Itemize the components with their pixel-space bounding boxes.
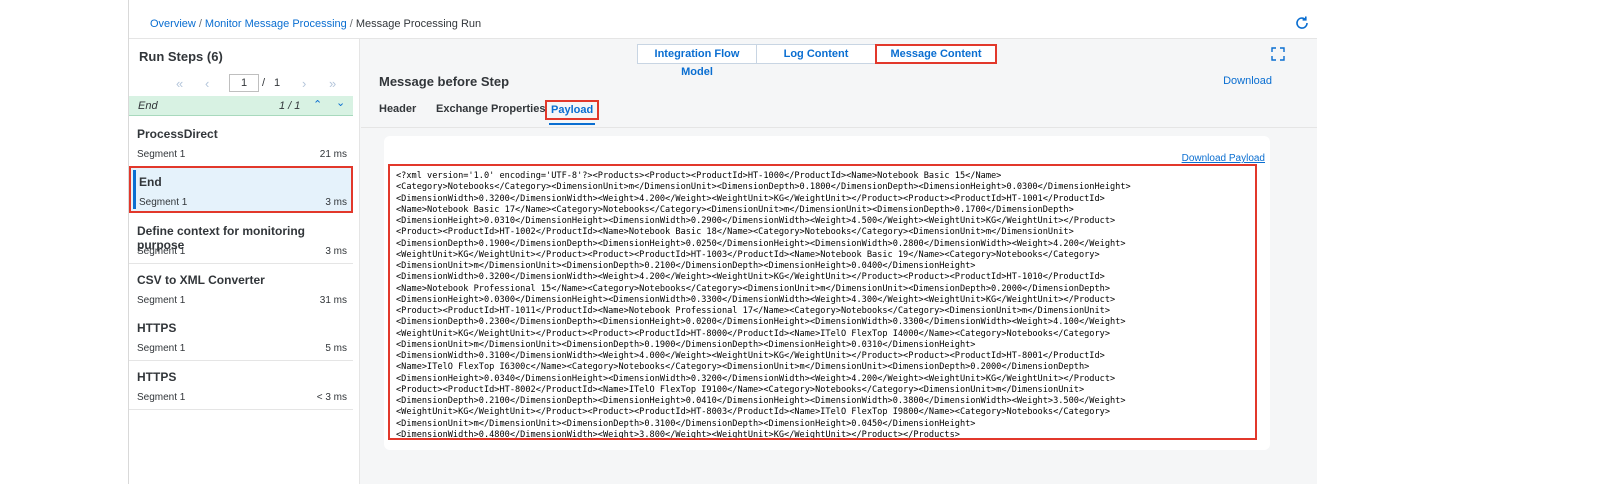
filter-count: 1 / 1 bbox=[279, 100, 301, 112]
app-window: Overview / Monitor Message Processing / Mess… bbox=[128, 0, 1317, 484]
step-segment: Segment 1 bbox=[139, 197, 188, 208]
chevron-up-icon[interactable]: ⌃ bbox=[313, 98, 322, 111]
refresh-icon[interactable] bbox=[1293, 14, 1311, 32]
payload-line: <Product><ProductId>HT-8002</ProductId><… bbox=[396, 384, 1085, 395]
step-title: HTTPS bbox=[137, 370, 177, 384]
step-duration: 31 ms bbox=[319, 295, 347, 306]
tab-exchange-properties[interactable]: Exchange Properties bbox=[436, 103, 545, 115]
payload-line: <DimensionWidth>0.3200</DimensionWidth><… bbox=[396, 193, 1105, 204]
filter-label: End bbox=[138, 100, 158, 112]
step-segment: Segment 1 bbox=[137, 295, 186, 306]
payload-line: <DimensionUnit>m</DimensionUnit><Dimensi… bbox=[396, 339, 976, 350]
breadcrumb: Overview / Monitor Message Processing / Mess… bbox=[150, 18, 481, 30]
step-title: CSV to XML Converter bbox=[137, 273, 265, 287]
first-page-button[interactable]: « bbox=[176, 76, 183, 91]
payload-line: <DimensionWidth>0.3200</DimensionWidth><… bbox=[396, 272, 1105, 283]
payload-line: <DimensionDepth>0.2100</DimensionDepth><… bbox=[396, 396, 1126, 406]
step-segment: Segment 1 bbox=[137, 343, 186, 354]
tab-payload[interactable]: Payload bbox=[545, 100, 600, 125]
section-title: Message before Step bbox=[379, 74, 510, 89]
download-payload-link[interactable]: Download Payload bbox=[1182, 153, 1265, 164]
payload-line: <DimensionHeight>0.0340</DimensionHeight… bbox=[396, 373, 1116, 384]
page-input[interactable] bbox=[229, 74, 259, 92]
payload-line: <Product><ProductId>HT-1002</ProductId><… bbox=[396, 227, 1074, 238]
payload-line: <DimensionDepth>0.1900</DimensionDepth><… bbox=[396, 238, 1126, 249]
payload-content[interactable]: <?xml version='1.0' encoding='UTF-8'?><P… bbox=[388, 164, 1257, 440]
payload-line: <DimensionWidth>0.3100</DimensionWidth><… bbox=[396, 351, 1105, 361]
message-content-button[interactable]: Message Content bbox=[875, 44, 997, 64]
next-page-button[interactable]: › bbox=[302, 76, 306, 91]
step-duration: 3 ms bbox=[325, 197, 347, 208]
payload-line: <DimensionWidth>0.4800</DimensionWidth><… bbox=[396, 429, 960, 440]
step-title: ProcessDirect bbox=[137, 127, 218, 141]
payload-line: <DimensionHeight>0.0310</DimensionHeight… bbox=[396, 216, 1116, 226]
chevron-down-icon[interactable]: ⌄ bbox=[336, 96, 345, 109]
payload-line: <Name>ITelO FlexTop I6300c</Name><Catego… bbox=[396, 362, 1090, 373]
payload-line: <Product><ProductId>HT-1011</ProductId><… bbox=[396, 306, 1110, 316]
payload-line: <DimensionHeight>0.0300</DimensionHeight… bbox=[396, 294, 1116, 305]
payload-line: <DimensionDepth>0.2300</DimensionDepth><… bbox=[396, 317, 1126, 328]
breadcrumb-current: Message Processing Run bbox=[355, 18, 482, 30]
breadcrumb-monitor-message-processing[interactable]: Monitor Message Processing bbox=[205, 18, 347, 30]
breadcrumb-separator: / bbox=[349, 18, 353, 30]
run-step-https[interactable]: HTTPS Segment 1 < 3 ms bbox=[129, 361, 353, 410]
step-title: HTTPS bbox=[137, 321, 177, 335]
run-steps-panel: Run Steps (6) « ‹ / 1 › » End 1 / 1 ⌃ ⌄ … bbox=[129, 39, 360, 484]
last-page-button[interactable]: » bbox=[329, 76, 336, 91]
top-bar: Overview / Monitor Message Processing / Mess… bbox=[129, 0, 1317, 39]
breadcrumb-separator: / bbox=[198, 18, 202, 30]
step-segment: Segment 1 bbox=[137, 392, 186, 403]
payload-line: <?xml version='1.0' encoding='UTF-8'?><P… bbox=[396, 171, 1002, 181]
pager: « ‹ / 1 › » bbox=[129, 74, 359, 96]
step-duration: 5 ms bbox=[325, 343, 347, 354]
message-tabs: Header Exchange Properties Payload bbox=[361, 97, 1317, 128]
tab-header[interactable]: Header bbox=[379, 103, 416, 115]
payload-line: <Name>Notebook Professional 15</Name><Ca… bbox=[396, 283, 1110, 294]
run-step-csv-to-xml[interactable]: CSV to XML Converter Segment 1 31 ms bbox=[129, 264, 353, 313]
filter-bar: End 1 / 1 ⌃ ⌄ bbox=[129, 96, 353, 116]
run-step-end[interactable]: End Segment 1 3 ms bbox=[129, 166, 353, 213]
prev-page-button[interactable]: ‹ bbox=[205, 76, 209, 91]
view-switch: Integration Flow Model Log Content Messa… bbox=[637, 44, 997, 78]
breadcrumb-overview[interactable]: Overview bbox=[150, 18, 196, 30]
step-segment: Segment 1 bbox=[137, 246, 186, 257]
run-steps-title: Run Steps (6) bbox=[139, 49, 223, 64]
log-content-button[interactable]: Log Content bbox=[756, 44, 876, 64]
payload-line: <WeightUnit>KG</WeightUnit></Product><Pr… bbox=[396, 249, 1100, 260]
payload-line: <DimensionUnit>m</DimensionUnit><Dimensi… bbox=[396, 418, 976, 429]
message-detail-panel: Integration Flow Model Log Content Messa… bbox=[361, 39, 1317, 484]
download-link[interactable]: Download bbox=[1223, 75, 1272, 87]
run-step-define-context[interactable]: Define context for monitoring purpose Se… bbox=[129, 215, 353, 264]
step-segment: Segment 1 bbox=[137, 149, 186, 160]
step-title: End bbox=[139, 175, 162, 189]
step-duration: 21 ms bbox=[319, 149, 347, 160]
payload-card: Download Payload <?xml version='1.0' enc… bbox=[384, 136, 1270, 450]
payload-line: <Name>Notebook Basic 17</Name><Category>… bbox=[396, 204, 1074, 215]
payload-line: <DimensionUnit>m</DimensionUnit><Dimensi… bbox=[396, 261, 976, 271]
fullscreen-icon[interactable] bbox=[1271, 47, 1285, 61]
payload-line: <Category>Notebooks</Category><Dimension… bbox=[396, 182, 1131, 193]
run-step-processdirect[interactable]: ProcessDirect Segment 1 21 ms bbox=[129, 118, 353, 167]
step-duration: < 3 ms bbox=[316, 392, 347, 403]
payload-line: <WeightUnit>KG</WeightUnit></Product><Pr… bbox=[396, 328, 1110, 339]
run-step-https[interactable]: HTTPS Segment 1 5 ms bbox=[129, 312, 353, 361]
integration-flow-model-button[interactable]: Integration Flow Model bbox=[637, 44, 757, 78]
page-total: 1 bbox=[274, 77, 281, 89]
page-separator: / bbox=[262, 77, 266, 89]
payload-line: <WeightUnit>KG</WeightUnit></Product><Pr… bbox=[396, 407, 1110, 418]
step-duration: 3 ms bbox=[325, 246, 347, 257]
